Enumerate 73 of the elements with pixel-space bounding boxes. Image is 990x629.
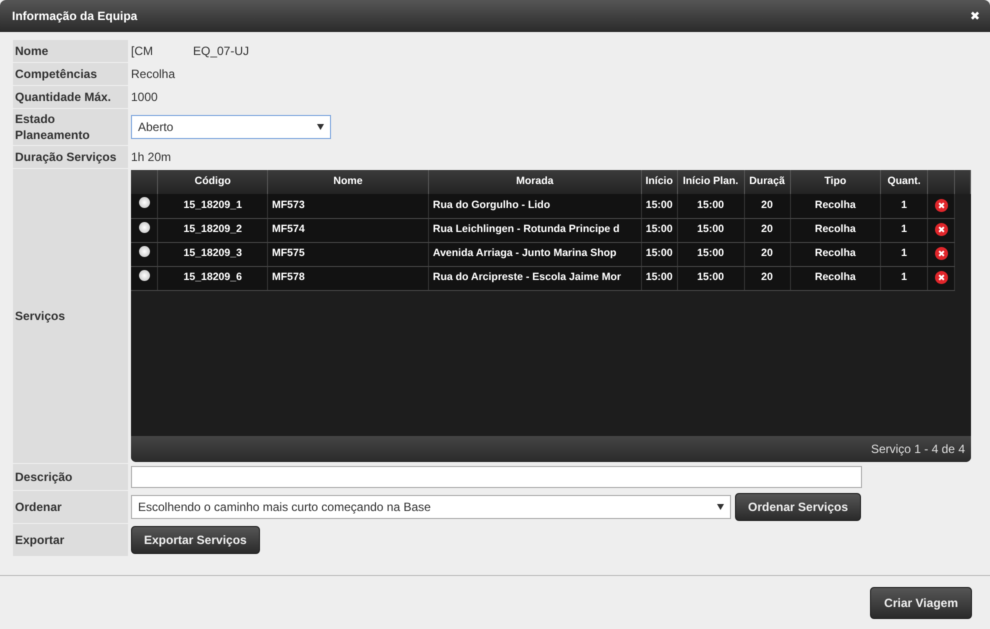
radio-button[interactable]	[138, 246, 150, 257]
delete-icon[interactable]	[934, 270, 948, 284]
field-label: Competências	[13, 63, 128, 85]
table-cell: MF574	[272, 223, 305, 236]
table-cell: 1	[901, 198, 907, 211]
column-header[interactable]: Nome	[268, 170, 428, 194]
table-cell: 15:00	[646, 271, 673, 284]
table-cell: 15:00	[697, 198, 724, 211]
field-value: EQ_07-UJ	[193, 43, 250, 60]
table-cell: 1	[901, 247, 907, 260]
column-header[interactable]: Quant.	[880, 170, 928, 194]
close-button[interactable]: ✖	[970, 7, 980, 25]
table-cell: 15_18209_2	[184, 223, 242, 236]
table-cell: 15_18209_3	[184, 247, 242, 260]
table-cell: 15:00	[646, 223, 673, 236]
field-label: Quantidade Máx.	[13, 86, 128, 108]
column-header[interactable]: Tipo	[790, 170, 881, 194]
table-cell: 15:00	[646, 198, 673, 211]
table-cell: 15:00	[646, 247, 673, 260]
table-cell: 1	[901, 271, 907, 284]
table-cell: Avenida Arriaga - Junto Marina Shop	[432, 247, 616, 260]
order-select[interactable]: Escolhendo o caminho mais curto começando na Base	[131, 495, 731, 519]
table-cell: Rua do Arcipreste - Escola Jaime Mor	[432, 271, 621, 284]
field-label: Exportar	[13, 524, 128, 556]
table-cell: Recolha	[814, 271, 856, 284]
table-cell: Recolha	[814, 198, 856, 211]
column-header[interactable]: Morada	[428, 170, 642, 194]
table-cell: Rua Leichlingen - Rotunda Principe d	[432, 223, 620, 236]
field-label: Serviços	[13, 169, 128, 463]
window-title: Informação da Equipa	[12, 8, 138, 25]
table-cell: Recolha	[814, 247, 856, 260]
table-cell: MF575	[272, 247, 305, 260]
caret-icon	[717, 504, 724, 510]
export-button[interactable]: Exportar Serviços	[131, 526, 260, 554]
column-header[interactable]: Duraçã	[744, 170, 790, 194]
column-header[interactable]: Início Plan.	[677, 170, 744, 194]
field-label: Descrição	[13, 464, 128, 490]
radio-button[interactable]	[138, 197, 150, 208]
table-cell: 20	[761, 271, 773, 284]
description-field[interactable]	[131, 466, 862, 488]
table-cell: 20	[761, 223, 773, 236]
field-value: Recolha	[131, 66, 176, 83]
caret-icon	[317, 124, 324, 130]
table-cell: 15_18209_6	[184, 271, 242, 284]
table-cell: Recolha	[814, 223, 856, 236]
field-label: Ordenar	[13, 491, 128, 523]
order-button[interactable]: Ordenar Serviços	[735, 493, 862, 521]
table-cell: 15:00	[697, 247, 724, 260]
field-label: Nome	[13, 40, 128, 62]
field-value: 1000	[131, 89, 158, 106]
status-select[interactable]: Aberto	[131, 115, 331, 139]
table-cell: 15_18209_1	[184, 198, 242, 211]
table-cell: 20	[761, 247, 773, 260]
table-cell: 20	[761, 198, 773, 211]
column-header[interactable]: Código	[158, 170, 268, 194]
delete-icon[interactable]	[934, 222, 948, 236]
table-cell: 1	[901, 223, 907, 236]
field-label: Estado Planeamento	[13, 109, 128, 145]
table-cell: MF573	[272, 198, 305, 211]
table-cell: 15:00	[697, 271, 724, 284]
column-header[interactable]: Início	[641, 170, 678, 194]
radio-button[interactable]	[138, 270, 150, 281]
table-cell: MF578	[272, 271, 305, 284]
field-value: [CM	[131, 43, 153, 60]
table-cell: 15:00	[697, 223, 724, 236]
field-label: Duração Serviços	[13, 146, 128, 168]
delete-icon[interactable]	[934, 246, 948, 260]
field-value: 1h 20m	[131, 149, 172, 166]
radio-button[interactable]	[138, 222, 150, 233]
pager-text: Serviço 1 - 4 de 4	[870, 442, 965, 456]
delete-icon[interactable]	[934, 198, 948, 212]
table-cell: Rua do Gorgulho - Lido	[432, 198, 550, 211]
create-trip-button[interactable]: Criar Viagem	[870, 586, 972, 618]
